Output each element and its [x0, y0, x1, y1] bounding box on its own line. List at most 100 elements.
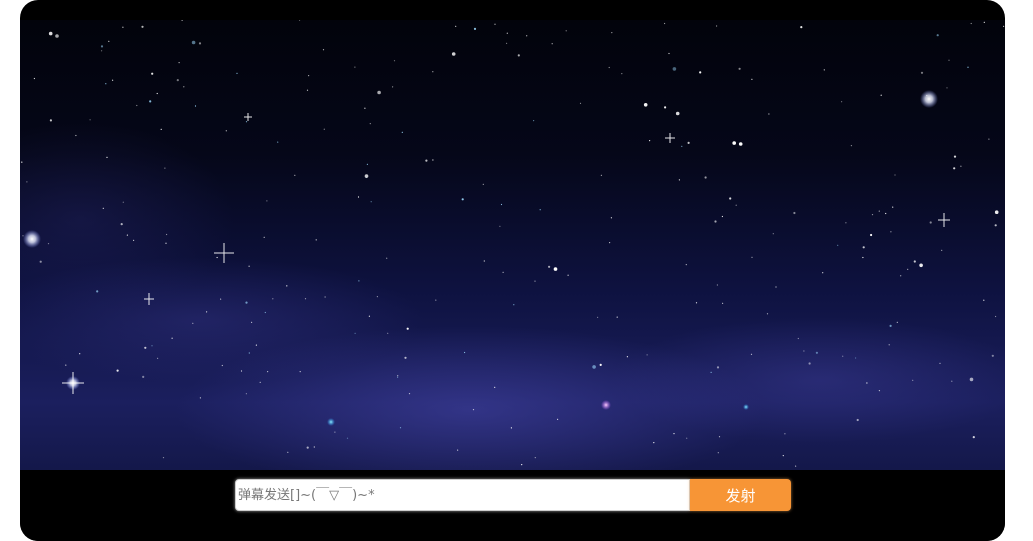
star [500, 203, 503, 206]
stars-layer [21, 20, 1005, 467]
star [948, 59, 950, 61]
star [259, 381, 261, 383]
star [714, 220, 717, 223]
star [464, 351, 466, 354]
star [592, 365, 596, 369]
star [294, 174, 296, 176]
star [616, 316, 618, 318]
star [164, 167, 166, 169]
star [533, 120, 535, 122]
star [900, 275, 902, 277]
star [912, 379, 914, 381]
star [47, 243, 50, 245]
star [664, 106, 667, 109]
star [685, 264, 687, 266]
star [716, 284, 719, 286]
star [626, 356, 629, 358]
star [841, 101, 843, 103]
star [919, 263, 923, 268]
star [896, 321, 898, 323]
star [482, 183, 484, 185]
star [751, 256, 753, 258]
star [178, 62, 180, 64]
star [936, 34, 939, 37]
star [681, 145, 683, 147]
star [364, 174, 369, 178]
star [432, 159, 434, 161]
star [926, 94, 928, 97]
star [939, 362, 941, 364]
star [299, 371, 301, 373]
star [248, 352, 250, 354]
star [718, 436, 721, 438]
star [534, 280, 536, 282]
star [401, 131, 403, 133]
star [653, 442, 655, 444]
star [793, 211, 796, 215]
star [878, 210, 880, 212]
star [766, 313, 769, 315]
star [299, 20, 301, 21]
star [194, 105, 197, 107]
star [49, 119, 52, 122]
star [597, 316, 599, 318]
star [610, 217, 613, 219]
star [473, 27, 477, 30]
star [33, 77, 35, 80]
star [240, 370, 243, 372]
star [502, 271, 504, 273]
star [797, 337, 799, 340]
star [166, 233, 168, 236]
star [510, 427, 512, 429]
star [953, 167, 956, 170]
star [368, 315, 370, 317]
star [89, 119, 91, 121]
star [889, 324, 892, 327]
star [354, 66, 356, 68]
star [716, 366, 720, 369]
danmu-stage-frame: 发射 [20, 0, 1005, 541]
star [346, 437, 349, 439]
star [304, 298, 307, 300]
star [435, 299, 437, 301]
star [506, 42, 508, 44]
star [710, 371, 712, 373]
star [397, 375, 399, 377]
star [165, 242, 167, 244]
star [888, 344, 890, 346]
star [221, 364, 223, 367]
star [116, 369, 119, 372]
bright-star [601, 400, 611, 410]
star [699, 71, 702, 74]
fire-button[interactable]: 发射 [690, 479, 791, 511]
star [263, 236, 265, 238]
star [176, 79, 179, 82]
danmu-input[interactable] [235, 479, 690, 511]
star [716, 25, 718, 27]
star [267, 371, 269, 373]
star [322, 49, 325, 51]
star [472, 409, 475, 411]
star [358, 280, 360, 282]
star [880, 94, 882, 96]
star [364, 107, 366, 109]
star [377, 90, 381, 95]
star [599, 363, 602, 366]
star [366, 163, 368, 165]
starry-sky-background [20, 20, 1005, 470]
star [494, 23, 496, 25]
star [695, 302, 698, 304]
star [106, 156, 108, 158]
star [953, 155, 957, 158]
star [65, 364, 67, 366]
star [842, 355, 844, 357]
star [557, 418, 559, 420]
star [870, 233, 873, 237]
star [722, 302, 724, 304]
star [800, 26, 803, 29]
star [21, 161, 23, 163]
star [142, 375, 145, 378]
bright-star [743, 404, 749, 410]
star [181, 20, 183, 21]
star [567, 274, 569, 276]
